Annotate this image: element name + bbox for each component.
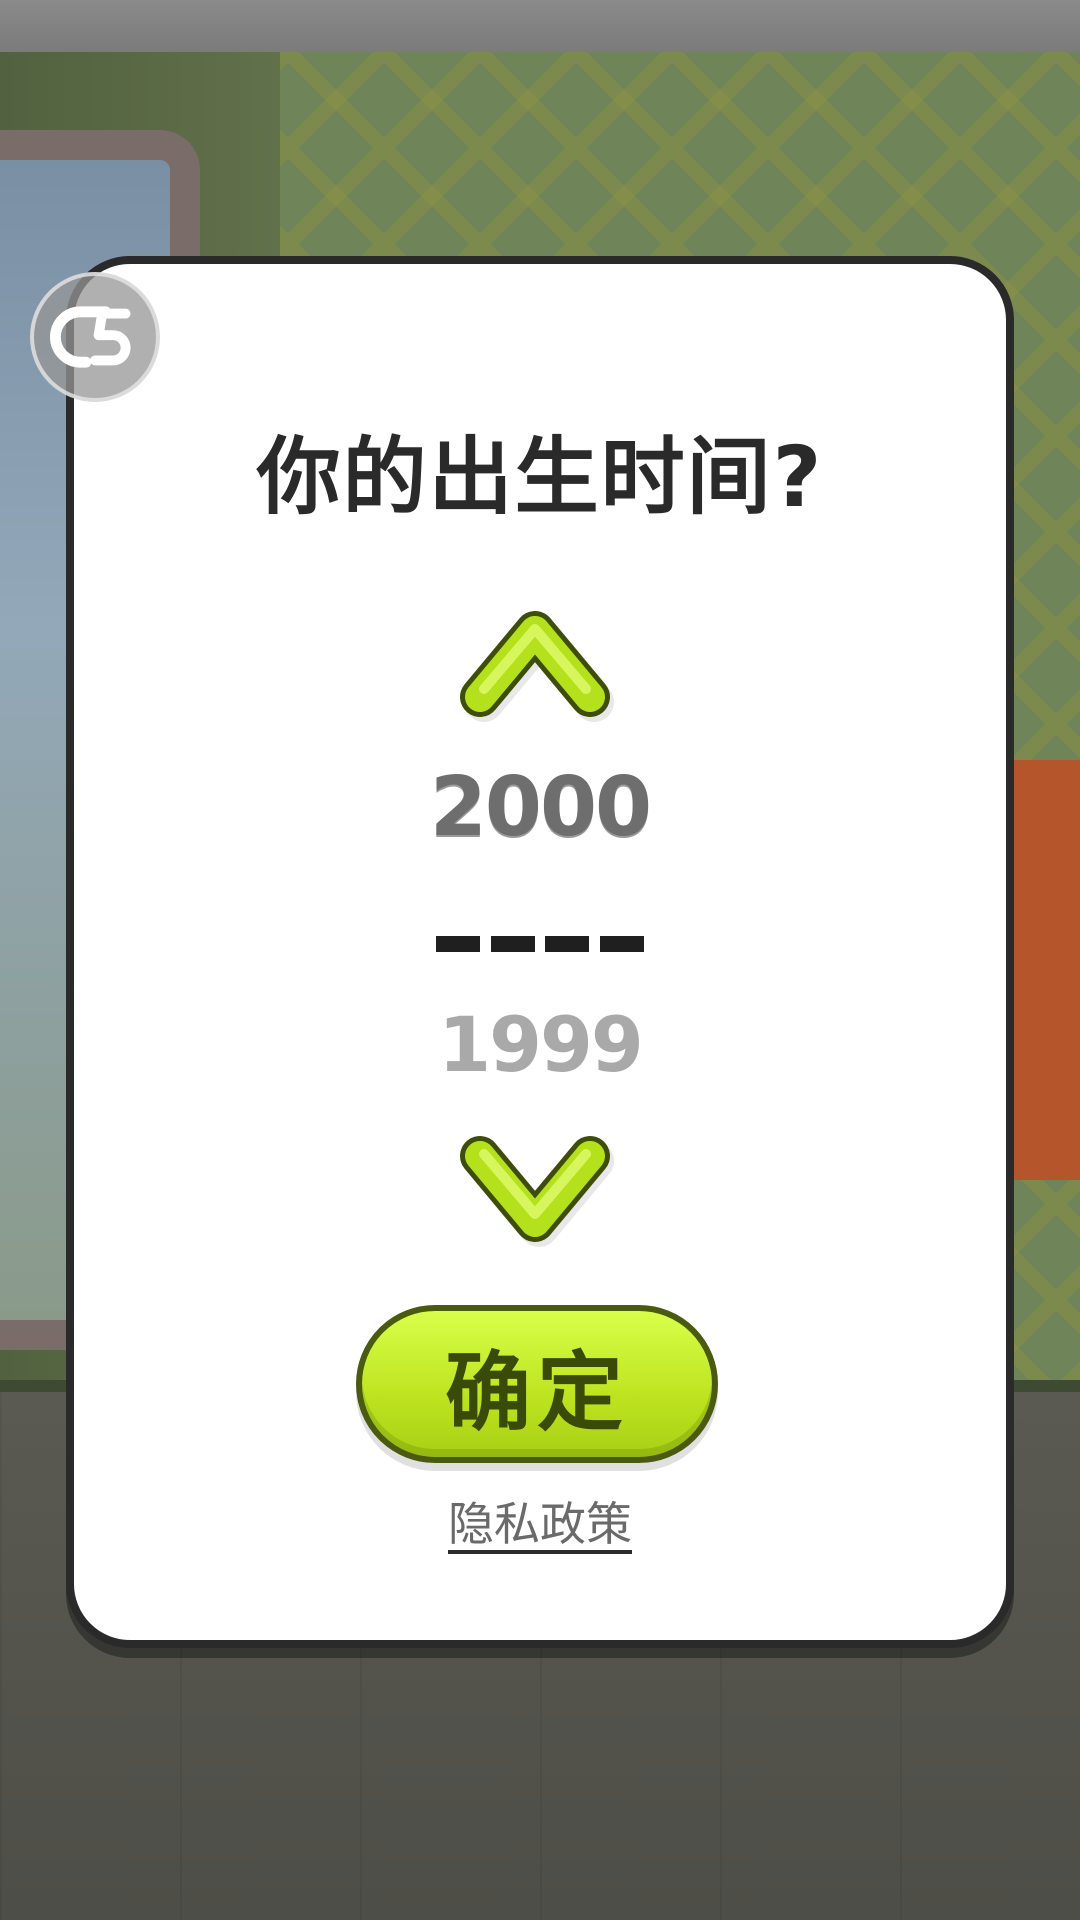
dialog-title: 你的出生时间?: [256, 428, 824, 526]
selected-year: 2000: [429, 760, 652, 855]
chevron-up-icon: [460, 611, 614, 722]
selection-divider: [436, 936, 644, 954]
privacy-policy-link[interactable]: 隐私政策: [66, 1488, 1014, 1554]
cabinet: [1010, 760, 1080, 1180]
divider-dash: [436, 936, 480, 952]
divider-dash: [490, 936, 535, 952]
c5-logo-glyph: [50, 306, 131, 368]
confirm-button-label: 确定: [445, 1342, 629, 1443]
chevron-down-icon: [460, 1136, 614, 1247]
confirm-button[interactable]: 确定: [356, 1305, 718, 1463]
divider-dash: [545, 936, 590, 952]
next-year-option[interactable]: 1999: [66, 1000, 1014, 1089]
c5-logo-icon: [30, 272, 160, 402]
year-down-button[interactable]: [460, 1130, 614, 1247]
year-up-button[interactable]: [460, 605, 614, 722]
divider-dash: [599, 936, 644, 952]
ceiling: [0, 0, 1080, 52]
